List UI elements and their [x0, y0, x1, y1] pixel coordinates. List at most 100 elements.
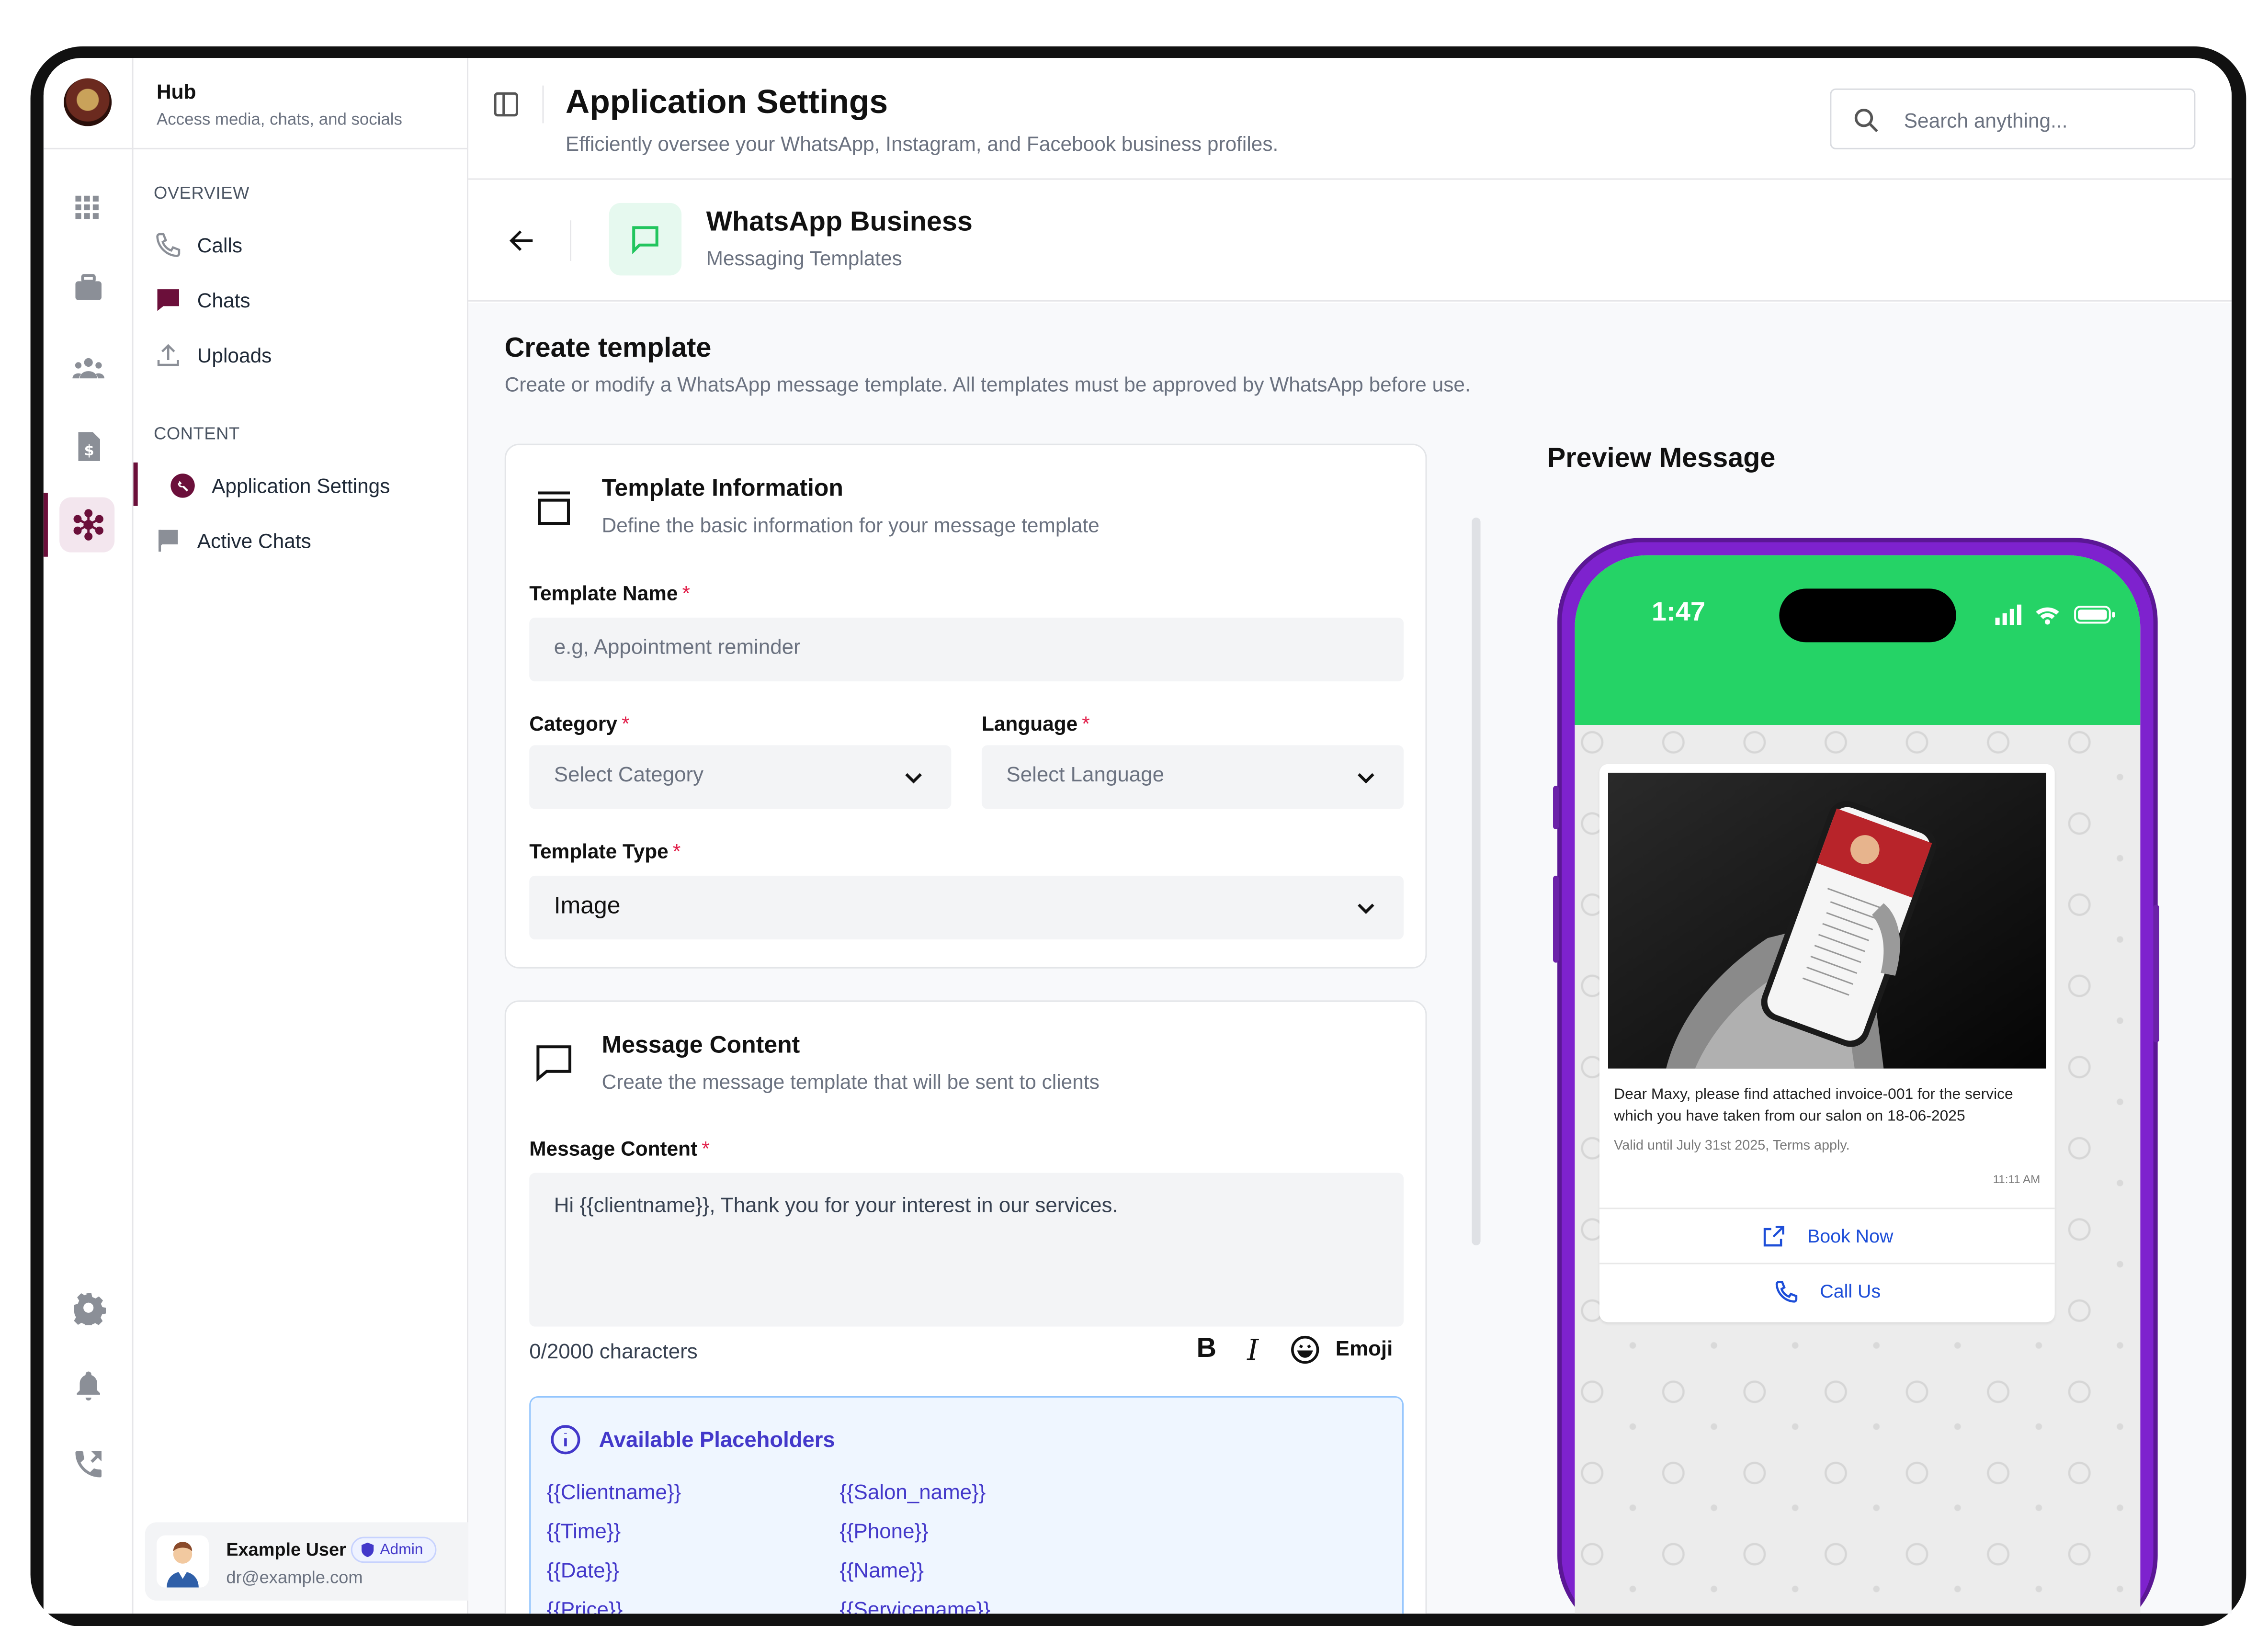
- placeholder-token[interactable]: {{Date}}: [547, 1560, 619, 1583]
- language-select[interactable]: Select Language: [981, 745, 1404, 809]
- template-image: [1608, 772, 2046, 1069]
- phone-preview: 1:47 Dear Maxy, please find attached inv…: [1553, 538, 2159, 1614]
- template-type-select[interactable]: Image: [529, 875, 1404, 940]
- template-name-input[interactable]: e.g, Appointment reminder: [529, 617, 1404, 682]
- scrollbar[interactable]: [1472, 517, 1481, 1246]
- user-name: Example User: [226, 1539, 346, 1560]
- character-count: 0/2000 characters: [529, 1341, 698, 1365]
- template-name-label: Template Name *: [529, 581, 691, 605]
- preview-title: Preview Message: [1547, 443, 1776, 474]
- divider: [542, 85, 544, 124]
- preview-message-text: Dear Maxy, please find attached invoice-…: [1614, 1085, 2013, 1125]
- phone-icon: [154, 230, 183, 260]
- placeholder-token[interactable]: {{Price}}: [547, 1599, 623, 1614]
- emoji-button[interactable]: Emoji: [1289, 1334, 1393, 1366]
- search-icon: [1852, 106, 1881, 135]
- book-now-label: Book Now: [1807, 1225, 1894, 1247]
- section-header: WhatsApp Business Messaging Templates: [468, 180, 2232, 302]
- nav-item-active-chats[interactable]: Active Chats: [154, 523, 311, 558]
- whatsapp-chip: [609, 203, 682, 276]
- info-icon: [550, 1423, 582, 1456]
- content-section-label: CONTENT: [153, 423, 240, 444]
- category-select[interactable]: Select Category: [529, 745, 952, 809]
- search-placeholder: Search anything...: [1904, 109, 2068, 132]
- dashboard-icon[interactable]: [71, 192, 106, 226]
- call-us-button[interactable]: Call Us: [1599, 1263, 2055, 1318]
- back-arrow-icon[interactable]: [506, 225, 538, 257]
- placeholder-text: Select Language: [1006, 764, 1165, 788]
- chat-bubble-icon: [154, 286, 183, 315]
- smile-icon: [1289, 1334, 1321, 1366]
- placeholder-token[interactable]: {{Name}}: [839, 1560, 924, 1583]
- placeholder-text: Select Category: [554, 764, 704, 788]
- sidebar-toggle-icon[interactable]: [491, 90, 521, 119]
- page-title: Application Settings: [565, 82, 888, 121]
- placeholder-token[interactable]: {{Clientname}}: [547, 1482, 681, 1505]
- rail-active-indicator: [43, 493, 48, 557]
- message-content-textarea[interactable]: Hi {{clientname}}, Thank you for your in…: [529, 1173, 1404, 1327]
- briefcase-icon[interactable]: [71, 271, 106, 306]
- message-content-card: Message Content Create the message templ…: [504, 1000, 1427, 1614]
- nav-item-label: Chats: [197, 288, 250, 312]
- role-badge: Admin: [351, 1536, 436, 1563]
- section-title: WhatsApp Business: [706, 207, 973, 238]
- message-content-label: Message Content *: [529, 1136, 710, 1160]
- side-navigation: Hub Access media, chats, and socials OVE…: [133, 58, 545, 1614]
- emoji-label: Emoji: [1335, 1338, 1393, 1362]
- hub-title: Hub: [157, 79, 196, 103]
- invoice-icon[interactable]: $: [71, 429, 106, 464]
- svg-text:$: $: [84, 442, 94, 459]
- placeholder-token[interactable]: {{Salon_name}}: [839, 1482, 986, 1505]
- phone-icon: [1773, 1278, 1800, 1304]
- phone-forward-icon[interactable]: [71, 1447, 106, 1482]
- category-label: Category *: [529, 711, 630, 735]
- textarea-value: Hi {{clientname}}, Thank you for your in…: [554, 1195, 1118, 1218]
- nav-item-label: Application Settings: [212, 474, 390, 497]
- network-icon[interactable]: [71, 508, 106, 542]
- placeholder-token[interactable]: {{Time}}: [547, 1521, 621, 1544]
- user-email: dr@example.com: [226, 1567, 363, 1588]
- formatting-toolbar: B I Emoji: [1193, 1332, 1393, 1367]
- book-now-button[interactable]: Book Now: [1599, 1208, 2055, 1263]
- nav-item-label: Uploads: [197, 343, 272, 367]
- hub-subtitle: Access media, chats, and socials: [157, 112, 402, 129]
- card-subtitle: Define the basic information for your me…: [601, 513, 1100, 537]
- bold-button[interactable]: B: [1193, 1334, 1220, 1366]
- bell-icon[interactable]: [71, 1368, 106, 1403]
- nav-item-calls[interactable]: Calls: [154, 227, 242, 262]
- app-window: $ Hub Access media, chats, and socials O…: [43, 58, 2232, 1614]
- phone-side-button: [1553, 786, 1559, 830]
- search-input[interactable]: Search anything...: [1830, 88, 2196, 149]
- settings-icon[interactable]: [71, 1290, 106, 1325]
- placeholders-title: Available Placeholders: [599, 1427, 835, 1452]
- page-subtitle: Efficiently oversee your WhatsApp, Insta…: [565, 132, 1279, 155]
- top-header: Application Settings Efficiently oversee…: [468, 58, 2232, 180]
- dynamic-island: [1779, 588, 1956, 643]
- create-template-title: Create template: [504, 333, 712, 364]
- app-logo[interactable]: [64, 78, 112, 126]
- divider: [43, 147, 134, 149]
- card-title: Message Content: [601, 1032, 800, 1059]
- signal-wifi-battery-icon: [1995, 603, 2117, 626]
- nav-item-application-settings[interactable]: Application Settings: [168, 468, 390, 503]
- external-link-icon: [1761, 1223, 1787, 1249]
- nav-item-label: Calls: [197, 233, 243, 257]
- template-type-label: Template Type *: [529, 839, 681, 863]
- language-label: Language *: [981, 711, 1090, 735]
- call-us-label: Call Us: [1820, 1280, 1881, 1302]
- placeholder-text: e.g, Appointment reminder: [554, 636, 801, 660]
- layout-window-icon: [532, 486, 576, 529]
- divider: [570, 220, 572, 261]
- avatar: [157, 1535, 209, 1588]
- section-subtitle: Messaging Templates: [706, 246, 902, 270]
- nav-item-uploads[interactable]: Uploads: [154, 338, 272, 373]
- users-icon[interactable]: [71, 351, 106, 386]
- nav-item-chats[interactable]: Chats: [154, 282, 250, 317]
- chevron-down-icon: [902, 766, 925, 789]
- placeholder-token[interactable]: {{Phone}}: [839, 1521, 929, 1544]
- card-title: Template Information: [601, 475, 843, 502]
- placeholder-token[interactable]: {{Servicename}}: [839, 1599, 990, 1614]
- italic-button[interactable]: I: [1240, 1332, 1266, 1367]
- icon-rail: $: [43, 58, 134, 1614]
- available-placeholders-panel: Available Placeholders {{Clientname}} {{…: [529, 1396, 1404, 1614]
